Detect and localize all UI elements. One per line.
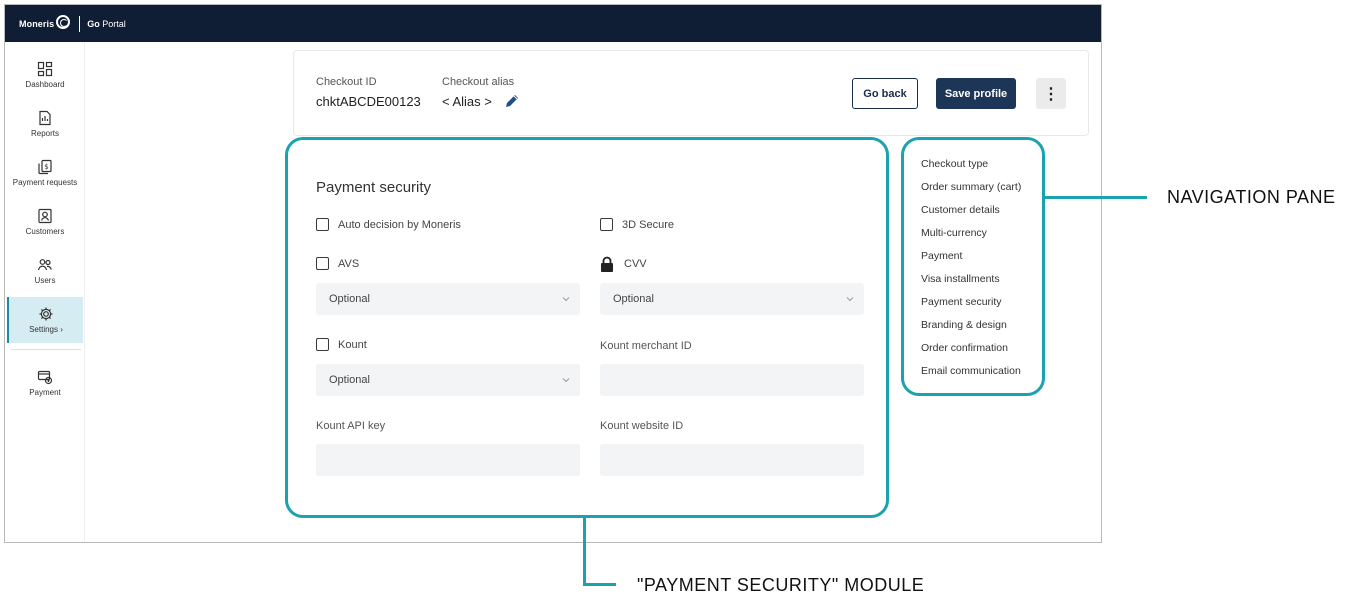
checkout-id-label: Checkout ID	[316, 76, 377, 88]
users-icon	[37, 259, 52, 271]
payment-security-module-annotation: "PAYMENT SECURITY" MODULE	[637, 575, 925, 595]
brand-logo-text: Moneris	[19, 18, 55, 29]
customers-icon	[38, 208, 52, 224]
sidebar-item-payment-requests[interactable]: $ Payment requests	[7, 150, 83, 196]
sidebar-item-label: Reports	[30, 129, 59, 138]
sidebar-item-users[interactable]: Users	[7, 248, 83, 294]
checkout-alias-label: Checkout alias	[442, 76, 515, 88]
save-profile-button[interactable]: Save profile	[936, 78, 1016, 109]
moneris-logo-icon	[56, 14, 71, 29]
navigation-pane-annotation: NAVIGATION PANE	[1167, 187, 1336, 207]
sidebar-item-label: Payment requests	[12, 178, 78, 187]
sidebar-item-dashboard[interactable]: Dashboard	[7, 52, 83, 98]
module-connector-vertical	[583, 518, 586, 586]
sidebar-item-reports[interactable]: Reports	[7, 101, 83, 147]
top-bar: Moneris Go Portal	[5, 5, 1101, 42]
sidebar-item-settings[interactable]: Settings ›	[7, 297, 83, 343]
dashboard-icon	[37, 61, 53, 77]
reports-icon	[39, 110, 51, 126]
payment-security-highlight	[285, 137, 889, 518]
sidebar-item-label: Payment	[29, 388, 61, 397]
sidebar-item-customers[interactable]: Customers	[7, 199, 83, 245]
sidebar-item-label: Settings ›	[29, 325, 63, 334]
sidebar-item-label: Dashboard	[25, 80, 65, 89]
checkout-alias-value: < Alias >	[442, 94, 492, 109]
pencil-edit-icon[interactable]	[504, 93, 520, 109]
more-options-button[interactable]: ⋮	[1036, 78, 1066, 109]
navigation-pane-highlight	[901, 137, 1045, 396]
checkout-header-card: Checkout ID chktABCDE00123 Checkout alia…	[293, 50, 1089, 136]
gear-icon	[39, 307, 53, 321]
sidebar-item-label: Users	[34, 276, 56, 285]
checkout-id-value: chktABCDE00123	[316, 94, 421, 109]
payment-icon	[37, 370, 53, 385]
portal-name: Go Portal	[87, 18, 126, 29]
svg-text:$: $	[44, 163, 48, 171]
payment-requests-icon: $	[38, 159, 52, 175]
navigation-pane-connector	[1045, 196, 1147, 199]
go-back-button[interactable]: Go back	[852, 78, 918, 109]
sidebar-item-payment[interactable]: Payment	[7, 360, 83, 406]
module-connector-horizontal	[583, 583, 616, 586]
sidebar: Dashboard Reports $ Payment requests Cus…	[5, 42, 85, 542]
logo-divider	[79, 15, 81, 32]
sidebar-divider	[11, 349, 81, 350]
sidebar-item-label: Customers	[25, 227, 65, 236]
